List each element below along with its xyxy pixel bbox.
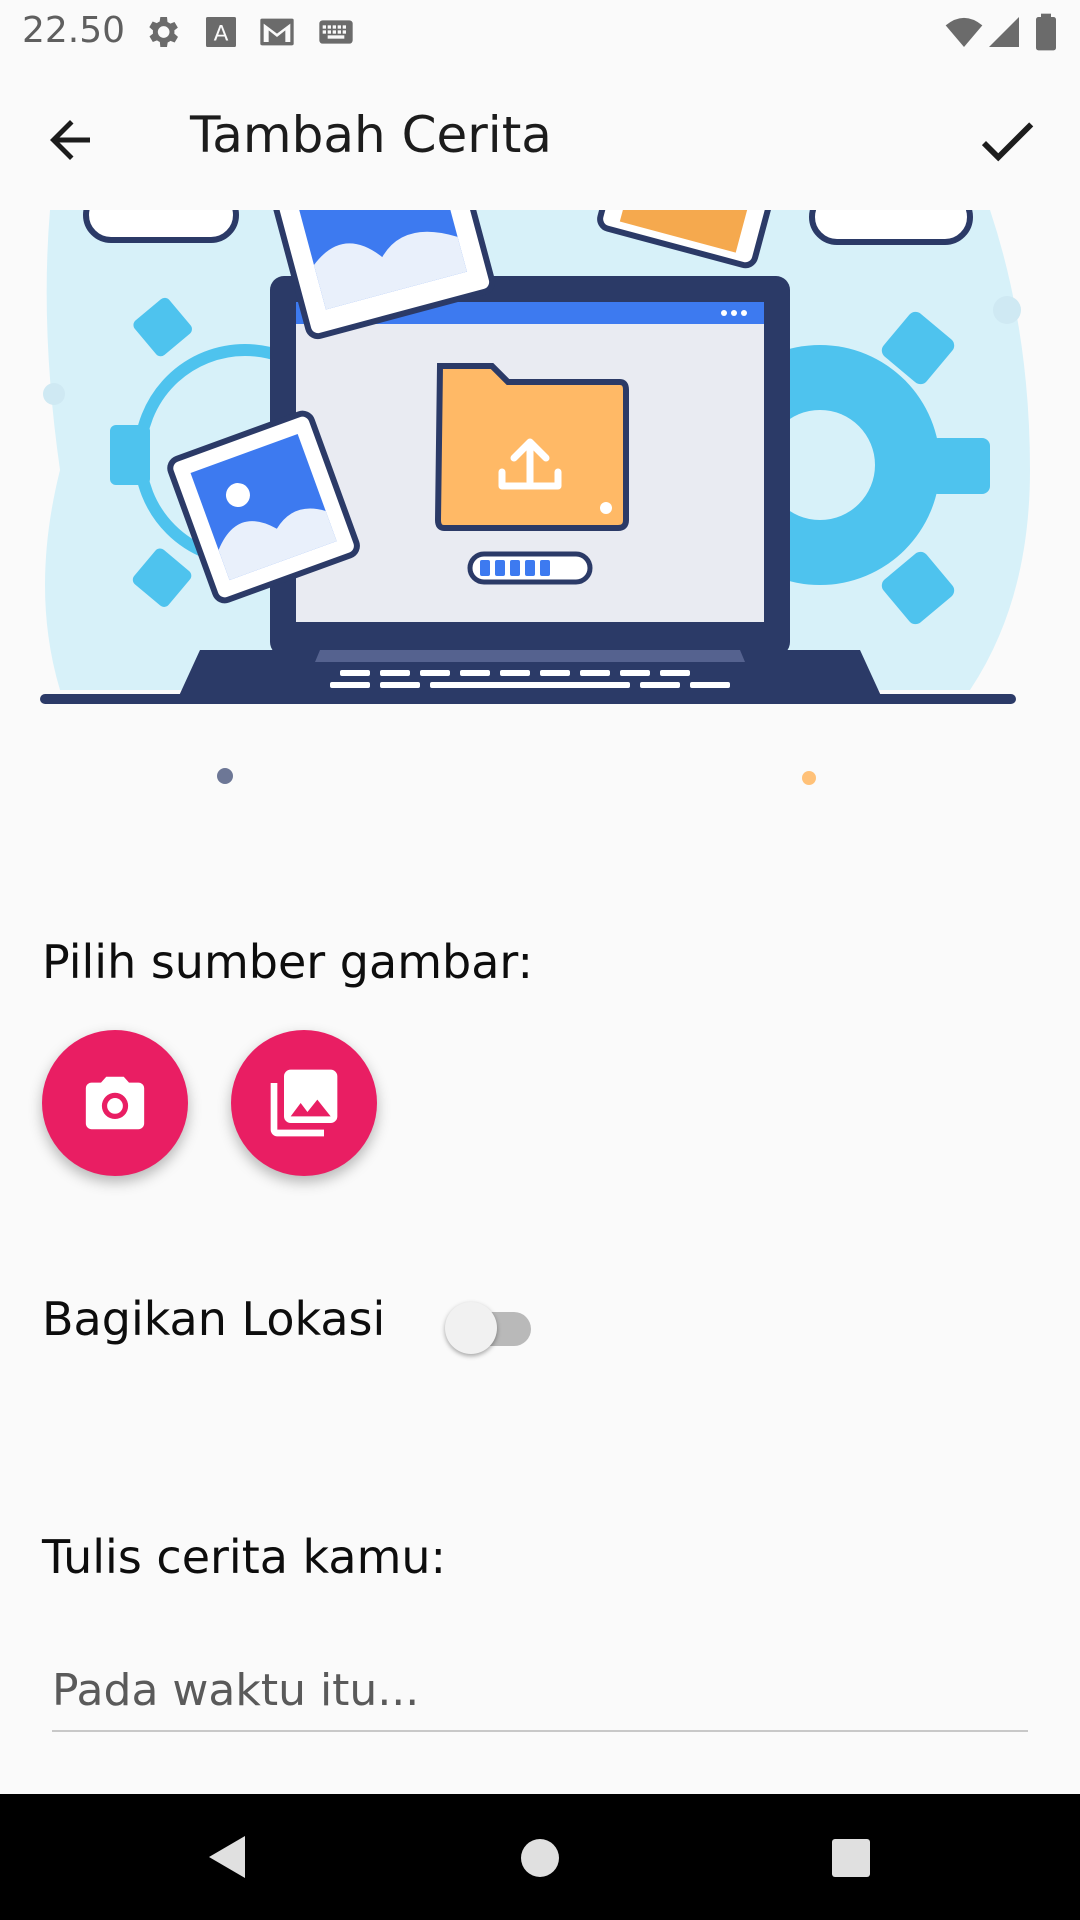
back-triangle-icon[interactable] bbox=[205, 1832, 251, 1882]
recents-square-icon[interactable] bbox=[829, 1836, 873, 1880]
signal-icon bbox=[989, 17, 1019, 47]
page-title: Tambah Cerita bbox=[190, 106, 552, 164]
story-input[interactable] bbox=[52, 1650, 1028, 1732]
share-location-label: Bagikan Lokasi bbox=[42, 1292, 386, 1346]
image-source-label: Pilih sumber gambar: bbox=[42, 935, 533, 989]
arrow-back-icon bbox=[50, 120, 90, 160]
share-location-toggle[interactable] bbox=[445, 1300, 535, 1356]
wifi-icon bbox=[945, 17, 983, 47]
gallery-icon bbox=[270, 1069, 338, 1137]
back-button[interactable] bbox=[40, 110, 110, 170]
app-bar: Tambah Cerita bbox=[0, 62, 1080, 212]
check-icon bbox=[981, 122, 1034, 162]
a-box-icon: A bbox=[206, 17, 236, 47]
confirm-button[interactable] bbox=[972, 106, 1042, 176]
svg-text:A: A bbox=[214, 21, 229, 46]
camera-icon bbox=[85, 1076, 145, 1130]
battery-icon bbox=[1036, 13, 1056, 51]
upload-illustration bbox=[40, 210, 1030, 785]
gallery-button[interactable] bbox=[231, 1030, 377, 1176]
toggle-thumb bbox=[445, 1302, 497, 1354]
home-circle-icon[interactable] bbox=[518, 1836, 562, 1880]
story-label: Tulis cerita kamu: bbox=[42, 1530, 447, 1584]
camera-button[interactable] bbox=[42, 1030, 188, 1176]
keyboard-icon bbox=[319, 20, 353, 44]
status-bar: 22.50 A bbox=[0, 0, 1080, 62]
navigation-bar bbox=[0, 1794, 1080, 1920]
status-time: 22.50 bbox=[22, 10, 126, 51]
settings-icon bbox=[149, 17, 178, 47]
gmail-icon bbox=[260, 18, 294, 46]
